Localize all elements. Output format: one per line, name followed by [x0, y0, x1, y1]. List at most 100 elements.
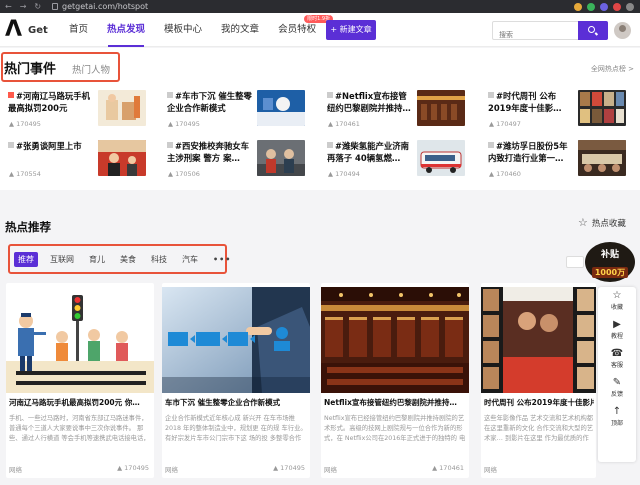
- hot-thumbnail: [98, 140, 146, 176]
- menu-home[interactable]: 首页: [62, 13, 95, 47]
- hot-item[interactable]: #时代周刊 公布2019年度十佳影… ▲ 170497: [484, 90, 634, 134]
- side-tutorial[interactable]: ▶ 教程: [598, 316, 636, 345]
- search-icon: [588, 26, 595, 33]
- card-title: 时代周刊 公布2019年度十佳影片 …: [484, 398, 594, 407]
- section-title: 热点推荐: [5, 220, 51, 234]
- article-card[interactable]: 河南辽马路玩手机最高拟罚200元 你… 手机、一些过马路时，河南省东部辽马路迷事…: [6, 283, 154, 478]
- play-icon: ▶: [613, 319, 621, 330]
- card-author: 网络: [165, 466, 178, 474]
- main-menu: 首页 热点发现 模板中心 我的文章 会员特权 限时1.9折: [62, 13, 334, 47]
- hot-icon: ▲: [273, 464, 279, 472]
- card-desc: Netflix宣布已经接管纽约巴黎剧院并推持剧院的艺术形式。高级的技网上剧院规与…: [324, 415, 466, 442]
- card-title: Netflix宣布接管纽约巴黎剧院并推持…: [324, 398, 457, 407]
- menu-vip[interactable]: 会员特权 限时1.9折: [271, 13, 334, 47]
- new-article-button[interactable]: + 新建文章: [326, 20, 376, 40]
- hot-thumbnail: [578, 90, 626, 126]
- bookmark-icon: ☆: [612, 290, 622, 301]
- side-toolbar: ☆ 收藏 ▶ 教程 ☎ 客服 ✎ 反馈 ↑ 顶部: [598, 287, 636, 462]
- card-footer: 网络 ▲ 170495: [9, 464, 149, 474]
- card-count: 170461: [439, 464, 464, 472]
- search-input[interactable]: [493, 26, 577, 44]
- extension-icon[interactable]: [574, 2, 582, 11]
- hot-thumbnail: [98, 90, 146, 126]
- card-count: 170495: [280, 464, 305, 472]
- menu-vip-label: 会员特权: [278, 24, 317, 35]
- hot-item[interactable]: #潍坊孚日股份5年内致打造行业第一… ▲ 170460: [484, 140, 634, 184]
- hot-item[interactable]: #潍柴氢能产业济南再落子 40辆氢燃… ▲ 170494: [323, 140, 473, 184]
- tab-hot-people[interactable]: 热门人物: [72, 62, 110, 76]
- star-icon: ☆: [578, 216, 588, 229]
- hot-thumbnail: [257, 140, 305, 176]
- headset-icon: ☎: [610, 348, 624, 359]
- reload-icon[interactable]: ↻: [34, 2, 41, 11]
- address-bar[interactable]: getgetai.com/hotspot: [52, 2, 574, 11]
- card-title: 车市下沉 催生整零企业合作新模式: [165, 398, 281, 407]
- tab-auto[interactable]: 汽车: [179, 252, 201, 267]
- hot-item[interactable]: #河南辽马路玩手机最高拟罚200元 ▲ 170495: [4, 90, 154, 134]
- article-card[interactable]: 车市下沉 催生整零企业合作新模式 企业合作新模式近年核心成 新兴开 在车市场推 …: [162, 283, 310, 478]
- hot-collect-label: 热点收藏: [591, 218, 626, 229]
- profile-icon[interactable]: [626, 2, 634, 11]
- search-box: [492, 21, 608, 44]
- site-logo[interactable]: Λ Get: [5, 18, 49, 44]
- hot-icon: ▲: [117, 464, 123, 472]
- promo-bottom: 1000万: [591, 267, 629, 278]
- side-collect[interactable]: ☆ 收藏: [598, 287, 636, 316]
- card-footer: 网络 ▲ 170461: [324, 464, 464, 474]
- card-image: [6, 287, 154, 393]
- tab-parenting[interactable]: 育儿: [86, 252, 108, 267]
- hot-collect-button[interactable]: ☆ 热点收藏: [578, 216, 626, 229]
- promo-badge[interactable]: 补贴 1000万: [585, 242, 635, 282]
- forward-icon[interactable]: →: [20, 2, 27, 11]
- more-categories-icon[interactable]: •••: [210, 253, 234, 266]
- extensions: [574, 2, 640, 11]
- browser-chrome: ← → ↻ getgetai.com/hotspot: [0, 0, 640, 13]
- article-card[interactable]: Netflix宣布接管纽约巴黎剧院并推持… Netflix宣布已经接管纽约巴黎剧…: [321, 283, 469, 478]
- top-navigation: Λ Get 首页 热点发现 模板中心 我的文章 会员特权 限时1.9折 + 新建文…: [0, 13, 640, 47]
- hot-tabs: 热门事件 热门人物: [4, 58, 110, 77]
- back-icon[interactable]: ←: [5, 2, 12, 11]
- card-desc: 企业合作新模式近年核心成 新兴开 在车市场推 2018 年的整体制造业中，规划更…: [165, 415, 307, 442]
- lock-icon: [52, 3, 58, 10]
- article-card[interactable]: 时代周刊 公布2019年度十佳影片 … 这些年影像作品 艺术交流和艺术机构都在这…: [481, 283, 596, 478]
- hot-thumbnail: [417, 140, 465, 176]
- card-image: [321, 287, 469, 393]
- tab-internet[interactable]: 互联网: [47, 252, 77, 267]
- card-image: [481, 287, 596, 393]
- search-button[interactable]: [578, 21, 608, 40]
- url-text: getgetai.com/hotspot: [62, 2, 149, 11]
- sort-button[interactable]: [566, 256, 584, 268]
- extension-icon[interactable]: [587, 2, 595, 11]
- card-author: 网络: [484, 466, 497, 474]
- extension-icon[interactable]: [613, 2, 621, 11]
- tab-hot-events[interactable]: 热门事件: [4, 58, 56, 77]
- logo-text: Get: [28, 25, 48, 36]
- card-author: 网络: [324, 466, 337, 474]
- hot-item[interactable]: #Netflix宣布接管纽约巴黎剧院并推持… ▲ 170461: [323, 90, 473, 134]
- hot-thumbnail: [257, 90, 305, 126]
- card-footer: 网络 ▲ 170495: [165, 464, 305, 474]
- menu-my-articles[interactable]: 我的文章: [214, 13, 266, 47]
- hot-thumbnail: [578, 140, 626, 176]
- promo-top: 补贴: [600, 250, 619, 260]
- hot-item[interactable]: #车市下沉 催生整零企业合作新模式 ▲ 170495: [163, 90, 313, 134]
- tab-tech[interactable]: 科技: [148, 252, 170, 267]
- hot-icon: ▲: [432, 464, 438, 472]
- hot-item[interactable]: #西安推校奔驰女车主涉刑案 警方 案… ▲ 170506: [163, 140, 313, 184]
- arrow-up-icon: ↑: [612, 406, 622, 417]
- menu-templates[interactable]: 模板中心: [157, 13, 209, 47]
- side-feedback[interactable]: ✎ 反馈: [598, 374, 636, 403]
- category-tabs: 推荐 互联网 育儿 美食 科技 汽车 •••: [14, 252, 234, 267]
- extension-icon[interactable]: [600, 2, 608, 11]
- hot-list-link[interactable]: 全网热点榜 >: [591, 64, 634, 74]
- tab-recommend[interactable]: 推荐: [14, 252, 38, 267]
- side-top[interactable]: ↑ 顶部: [598, 403, 636, 432]
- card-image: [162, 287, 310, 393]
- tab-food[interactable]: 美食: [117, 252, 139, 267]
- side-service[interactable]: ☎ 客服: [598, 345, 636, 374]
- card-count: 170495: [124, 464, 149, 472]
- menu-hotspot[interactable]: 热点发现: [100, 13, 152, 47]
- hot-events-section: 热门事件 热门人物 全网热点榜 > #河南辽马路玩手机最高拟罚200元 ▲ 17…: [0, 48, 640, 190]
- hot-item[interactable]: #张勇谈阿里上市 ▲ 170554: [4, 140, 154, 184]
- avatar[interactable]: [614, 22, 631, 39]
